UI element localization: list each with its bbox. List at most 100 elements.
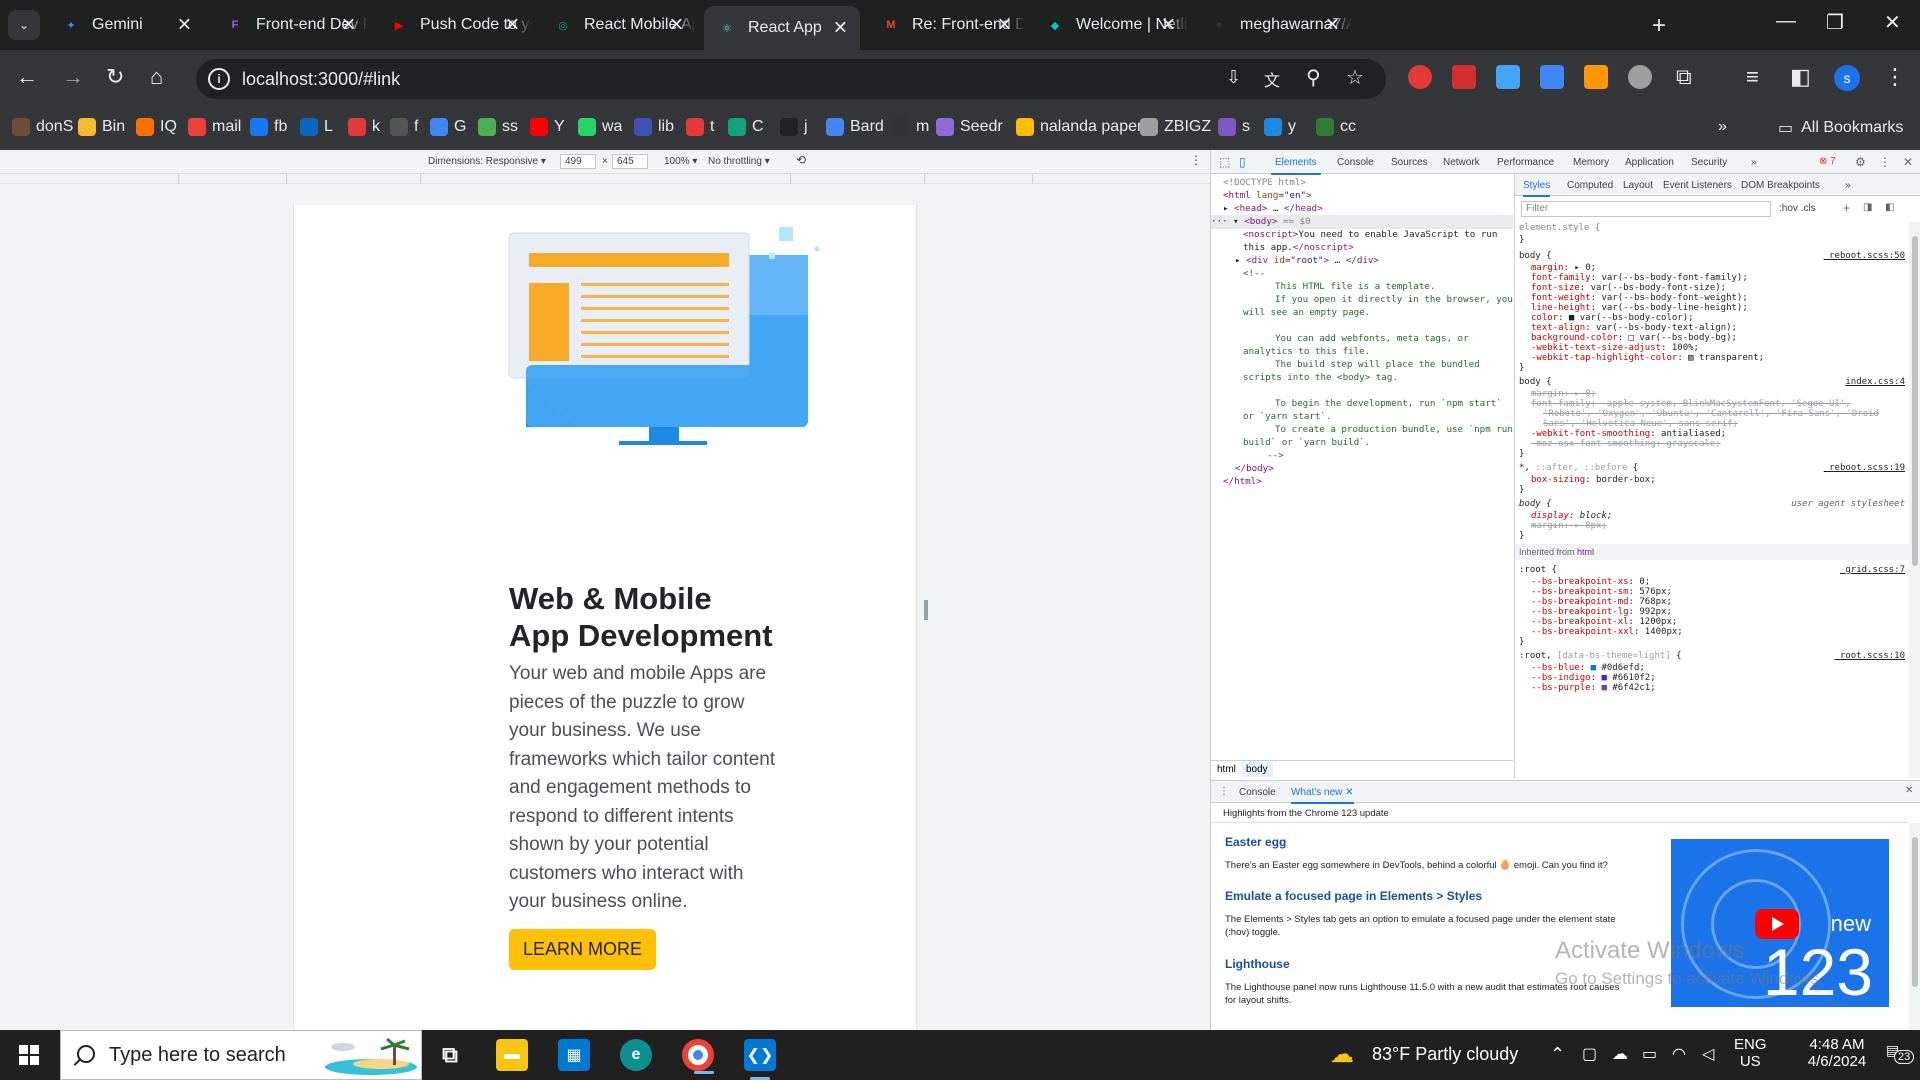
bookmark-item[interactable]: s bbox=[1218, 118, 1250, 136]
styles-subtab[interactable]: » bbox=[1845, 180, 1851, 191]
vscode-icon[interactable]: ❮❯ bbox=[744, 1039, 776, 1080]
computed-toggle-icon[interactable]: ◨ bbox=[1863, 202, 1872, 213]
extension-icon[interactable] bbox=[1584, 65, 1608, 89]
task-view-icon[interactable]: ⧉ bbox=[434, 1039, 466, 1071]
drawer-tab-whats-new[interactable]: What's new ✕ bbox=[1291, 787, 1354, 804]
bookmark-item[interactable]: k bbox=[348, 118, 380, 136]
side-panel-icon[interactable]: ◧ bbox=[1790, 64, 1811, 90]
new-tab-button[interactable]: + bbox=[1652, 12, 1666, 40]
devtools-tab[interactable]: » bbox=[1751, 157, 1757, 168]
clock[interactable]: 4:48 AM 4/6/2024 bbox=[1800, 1036, 1874, 1070]
styles-subtab[interactable]: Styles bbox=[1523, 180, 1551, 197]
browser-tab[interactable]: F Front-end Dev P ✕ bbox=[212, 8, 368, 42]
sidebar-toggle-icon[interactable]: ◧ bbox=[1885, 202, 1894, 213]
device-toggle-icon[interactable]: ▯ bbox=[1239, 155, 1246, 169]
extension-icon[interactable] bbox=[1408, 65, 1432, 89]
onedrive-icon[interactable]: ☁ bbox=[1612, 1044, 1628, 1064]
extensions-puzzle-icon[interactable]: ⧉ bbox=[1676, 64, 1692, 90]
browser-tab[interactable]: ▶ Push Code to yo ✕ bbox=[376, 8, 532, 42]
bookmark-item[interactable]: f bbox=[390, 118, 418, 136]
drawer-menu-icon[interactable]: ⋮ bbox=[1219, 786, 1229, 797]
rule-selector[interactable]: :root, [data-bs-theme=light] { bbox=[1519, 650, 1682, 662]
bookmark-item[interactable]: lib bbox=[634, 118, 674, 136]
device-toolbar-menu-icon[interactable]: ⋮ bbox=[1190, 153, 1202, 167]
home-icon[interactable]: ⌂ bbox=[150, 64, 163, 90]
bookmark-item[interactable]: ss bbox=[478, 118, 518, 136]
crumb-html[interactable]: html bbox=[1217, 764, 1236, 775]
right-resize-handle[interactable] bbox=[924, 600, 928, 620]
rule-selector[interactable]: *, ::after, ::before { bbox=[1519, 462, 1638, 474]
forward-button[interactable]: → bbox=[62, 64, 84, 90]
rotate-icon[interactable]: ⟲ bbox=[796, 153, 806, 167]
css-decl[interactable]: box-sizing: border-box; bbox=[1531, 474, 1656, 486]
tab-close-icon[interactable]: ✕ bbox=[1161, 15, 1176, 36]
throttle-select[interactable]: No throttling ▾ bbox=[708, 156, 770, 167]
root-div-node[interactable]: ▸ <div id="root"> … </div> bbox=[1235, 254, 1379, 268]
bookmarks-overflow-icon[interactable]: » bbox=[1718, 118, 1727, 136]
close-window-button[interactable]: ✕ bbox=[1884, 10, 1901, 35]
bookmark-item[interactable]: Seedr bbox=[936, 118, 1003, 136]
styles-subtab[interactable]: DOM Breakpoints bbox=[1741, 180, 1820, 191]
file-explorer-icon[interactable]: ▬ bbox=[496, 1039, 528, 1071]
all-bookmarks-button[interactable]: ▭ All Bookmarks bbox=[1778, 118, 1903, 138]
devtools-tab[interactable]: Application bbox=[1625, 157, 1674, 168]
rule-source-link[interactable]: _grid.scss:7 bbox=[1840, 564, 1905, 576]
whats-new-heading[interactable]: Emulate a focused page in Elements > Sty… bbox=[1225, 889, 1482, 903]
devtools-menu-icon[interactable]: ⋮ bbox=[1879, 155, 1891, 169]
back-button[interactable]: ← bbox=[16, 64, 38, 90]
bookmark-item[interactable]: ZBIGZ bbox=[1140, 118, 1211, 136]
reload-button[interactable]: ↻ bbox=[106, 64, 124, 90]
bookmark-item[interactable]: j bbox=[780, 118, 808, 136]
rule-selector[interactable]: :root { bbox=[1519, 564, 1557, 576]
styles-filter-input[interactable]: Filter bbox=[1521, 201, 1771, 217]
devtools-tab[interactable]: Elements bbox=[1271, 157, 1321, 175]
settings-gear-icon[interactable]: ⚙ bbox=[1855, 155, 1866, 169]
rule-source-link[interactable]: index.css:4 bbox=[1845, 376, 1905, 388]
restore-button[interactable]: ❐ bbox=[1826, 10, 1844, 35]
chrome-icon[interactable] bbox=[682, 1039, 714, 1074]
close-devtools-icon[interactable]: ✕ bbox=[1903, 155, 1913, 169]
tab-close-icon[interactable]: ✕ bbox=[177, 15, 192, 36]
translate-extension-icon[interactable] bbox=[1540, 65, 1564, 89]
bookmark-item[interactable]: L bbox=[300, 118, 333, 136]
rule-source-link[interactable]: _reboot.scss:19 bbox=[1824, 462, 1905, 474]
devtools-tab[interactable]: Network bbox=[1443, 157, 1480, 168]
css-decl[interactable]: -webkit-tap-highlight-color: ▨ transpare… bbox=[1531, 352, 1764, 364]
bookmark-item[interactable]: nalanda papers bbox=[1016, 118, 1150, 136]
tab-close-icon[interactable]: ✕ bbox=[997, 15, 1012, 36]
install-icon[interactable]: ⇩ bbox=[1226, 67, 1241, 88]
devtools-tab[interactable]: Performance bbox=[1497, 157, 1554, 168]
menu-icon[interactable]: ⋮ bbox=[1884, 64, 1906, 90]
bookmark-item[interactable]: Bard bbox=[826, 118, 884, 136]
extension-icon[interactable] bbox=[1628, 65, 1652, 89]
body-node-selected[interactable]: ··· ▾ <body> == $0 bbox=[1211, 215, 1513, 229]
hov-cls-toggle[interactable]: :hov .cls bbox=[1779, 203, 1816, 214]
head-node[interactable]: ▸ <head> … </head> bbox=[1223, 202, 1323, 216]
site-info-icon[interactable]: i bbox=[208, 68, 230, 90]
edge-icon[interactable]: e bbox=[620, 1039, 652, 1071]
rule-source-link[interactable]: _reboot.scss:50 bbox=[1824, 250, 1905, 262]
browser-tab[interactable]: ● meghawarna7/A ✕ bbox=[1196, 8, 1352, 42]
css-decl-overridden[interactable]: -moz-osx-font-smoothing: grayscale; bbox=[1531, 438, 1721, 450]
bookmark-item[interactable]: mail bbox=[188, 118, 241, 136]
minimize-button[interactable]: — bbox=[1776, 10, 1796, 33]
close-tab-icon[interactable]: ✕ bbox=[1345, 787, 1353, 798]
extension-icon[interactable] bbox=[1452, 65, 1476, 89]
tab-close-icon[interactable]: ✕ bbox=[341, 15, 356, 36]
microsoft-store-icon[interactable]: ▦ bbox=[558, 1039, 590, 1071]
volume-icon[interactable]: ◁ bbox=[1702, 1044, 1714, 1064]
css-decl[interactable]: --bs-purple: ■ #6f42c1; bbox=[1531, 682, 1656, 694]
taskbar-search-box[interactable]: Type here to search bbox=[60, 1030, 422, 1080]
bookmark-item[interactable]: IQ bbox=[136, 118, 177, 136]
tab-close-icon[interactable]: ✕ bbox=[505, 15, 520, 36]
width-input[interactable]: 499 bbox=[560, 154, 596, 169]
styles-subtab[interactable]: Layout bbox=[1623, 180, 1653, 191]
rule-selector[interactable]: body { bbox=[1519, 376, 1552, 388]
media-controls-icon[interactable]: ≡ bbox=[1746, 64, 1759, 90]
zoom-icon[interactable]: ⚲ bbox=[1306, 65, 1321, 90]
css-decl[interactable]: --bs-breakpoint-xxl: 1400px; bbox=[1531, 626, 1683, 638]
devtools-tab[interactable]: Sources bbox=[1391, 157, 1428, 168]
bookmark-item[interactable]: t bbox=[686, 118, 714, 136]
error-count-badge[interactable]: ⊗ 7 bbox=[1819, 156, 1836, 167]
height-input[interactable]: 645 bbox=[612, 154, 648, 169]
